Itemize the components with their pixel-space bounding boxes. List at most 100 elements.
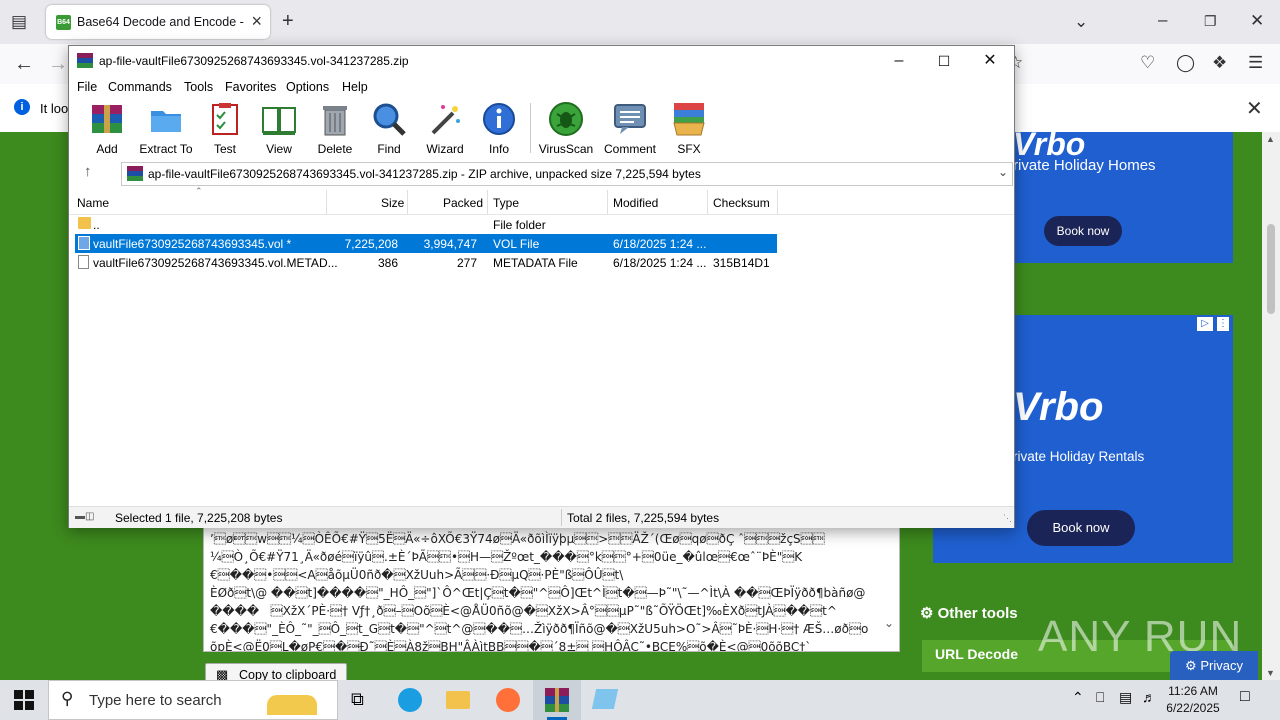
wizard-button[interactable]: Wizard (415, 101, 475, 156)
info-button[interactable]: Info (469, 101, 529, 156)
col-modified[interactable]: Modified (613, 196, 658, 210)
file-explorer-app[interactable] (434, 680, 482, 720)
privacy-label: Privacy (1200, 658, 1243, 673)
add-button[interactable]: Add (77, 101, 137, 156)
view-button[interactable]: View (249, 101, 309, 156)
column-divider[interactable] (707, 190, 708, 214)
decoded-output-textarea[interactable]: ʼøw¼ÒÊÕ€#Ÿ5ËÄ«÷ôXÕ€3Ÿ74øÄ«ðõìÌï… (203, 525, 900, 652)
book-now-button[interactable]: Book now (1027, 510, 1135, 546)
back-icon[interactable]: ← (14, 54, 34, 74)
col-type[interactable]: Type (493, 196, 519, 210)
column-divider[interactable] (777, 190, 778, 214)
file-name: vaultFile6730925268743693345.vol * (93, 237, 292, 251)
notepad-icon (591, 689, 619, 709)
browser-tab[interactable]: B64 Base64 Decode and Encode - O × (46, 5, 270, 39)
virusscan-icon (549, 102, 583, 136)
show-hidden-icons-icon[interactable]: ⌃ (1072, 689, 1084, 706)
toolbar-separator (530, 103, 531, 153)
network-icon[interactable]: ▤ (1119, 689, 1132, 706)
delete-button[interactable]: Delete (305, 101, 365, 156)
winrar-title-bar[interactable]: ap-file-vaultFile6730925268743693345.vol… (69, 46, 1014, 76)
up-folder-icon[interactable]: ↑ (84, 163, 92, 180)
menu-options[interactable]: Options (286, 80, 329, 94)
resize-grip-icon[interactable]: ⋱ (1003, 513, 1012, 524)
column-divider[interactable] (607, 190, 608, 214)
menu-file[interactable]: File (77, 80, 97, 94)
winrar-app[interactable] (533, 680, 581, 720)
minimize-icon[interactable]: – (876, 46, 922, 76)
col-size[interactable]: Size (381, 196, 404, 210)
col-name[interactable]: Name (77, 196, 109, 210)
winrar-path-bar: ↑ ap-file-vaultFile6730925268743693345.v… (69, 161, 1014, 187)
forward-icon[interactable]: → (48, 54, 68, 74)
ad-banner-1[interactable]: Vrbo rivate Holiday Homes Book now (1013, 126, 1233, 263)
menu-commands[interactable]: Commands (108, 80, 172, 94)
column-divider[interactable] (487, 190, 488, 214)
windows-start-icon[interactable] (14, 690, 34, 710)
sfx-button[interactable]: SFX (659, 101, 719, 156)
list-tabs-icon[interactable]: ⌄ (1074, 12, 1088, 32)
scroll-up-icon[interactable]: ▲ (1266, 134, 1275, 144)
task-view-app[interactable]: ⧉ (338, 680, 386, 720)
notification-text: It loo (40, 101, 69, 116)
new-tab-icon[interactable]: + (282, 11, 294, 31)
account-icon[interactable]: ◯ (1176, 53, 1195, 73)
extract-to-label: Extract To (139, 142, 193, 156)
virusscan-button[interactable]: VirusScan (536, 101, 596, 156)
tab-overview-icon[interactable]: ▤ (11, 12, 27, 32)
extensions-icon[interactable]: ❖ (1212, 53, 1227, 73)
column-divider[interactable] (407, 190, 408, 214)
status-divider (561, 509, 562, 526)
file-row-parent[interactable]: .. File folder (75, 215, 777, 234)
drive-icon: ▬◫ (75, 511, 95, 522)
ad-menu-icon[interactable]: ⋮ (1217, 317, 1229, 331)
find-button[interactable]: Find (359, 101, 419, 156)
page-scrollbar[interactable]: ▲ ▼ (1262, 132, 1280, 680)
notifications-icon[interactable]: □ (1240, 688, 1250, 706)
test-button[interactable]: Test (195, 101, 255, 156)
path-field[interactable]: ap-file-vaultFile6730925268743693345.vol… (121, 162, 1013, 186)
comment-button[interactable]: Comment (600, 101, 660, 156)
menu-help[interactable]: Help (342, 80, 368, 94)
status-total: Total 2 files, 7,225,594 bytes (567, 511, 720, 525)
extract-to-button[interactable]: Extract To (136, 101, 196, 156)
taskbar-clock[interactable]: 11:26 AM 6/22/2025 (1160, 683, 1226, 717)
file-name: vaultFile6730925268743693345.vol.METAD..… (93, 256, 338, 270)
folder-icon (78, 217, 91, 229)
pocket-icon[interactable]: ♡ (1140, 53, 1155, 73)
wizard-icon (431, 105, 460, 135)
minimize-icon[interactable]: – (1158, 10, 1167, 30)
textarea-scroll-down-icon[interactable]: ⌄ (884, 616, 894, 630)
file-modified: 6/18/2025 1:24 ... (613, 256, 707, 270)
col-checksum[interactable]: Checksum (713, 196, 770, 210)
close-tab-icon[interactable]: × (251, 11, 262, 32)
book-now-button[interactable]: Book now (1044, 216, 1122, 246)
menu-favorites[interactable]: Favorites (225, 80, 276, 94)
file-row-selected[interactable]: vaultFile6730925268743693345.vol * 7,225… (75, 234, 777, 253)
close-window-icon[interactable]: ✕ (1250, 11, 1264, 31)
restore-icon[interactable]: ❐ (1204, 11, 1217, 31)
sfx-label: SFX (677, 142, 701, 156)
adchoices-icon[interactable]: ▷ (1197, 317, 1213, 331)
maximize-icon[interactable]: ☐ (921, 46, 967, 76)
scroll-thumb[interactable] (1267, 224, 1275, 314)
close-notification-icon[interactable]: ✕ (1246, 96, 1263, 121)
edge-app[interactable] (386, 680, 434, 720)
notepad-app[interactable] (582, 680, 630, 720)
privacy-button[interactable]: ⚙ Privacy (1170, 651, 1258, 680)
file-type: METADATA File (493, 256, 578, 270)
volume-icon[interactable]: ♬ (1142, 689, 1156, 705)
col-packed[interactable]: Packed (443, 196, 483, 210)
taskbar-search-box[interactable]: ⚲ Type here to search (48, 680, 338, 720)
menu-icon[interactable]: ☰ (1248, 53, 1263, 73)
comment-icon (614, 104, 646, 134)
close-icon[interactable]: ✕ (967, 46, 1013, 76)
path-dropdown-icon[interactable]: ⌄ (998, 165, 1008, 179)
find-label: Find (377, 142, 401, 156)
usb-icon[interactable]: ⎕ (1096, 689, 1104, 706)
column-divider[interactable] (326, 190, 327, 214)
file-row[interactable]: vaultFile6730925268743693345.vol.METAD..… (75, 253, 777, 272)
menu-tools[interactable]: Tools (184, 80, 213, 94)
scroll-down-icon[interactable]: ▼ (1266, 668, 1275, 678)
firefox-app[interactable] (484, 680, 532, 720)
